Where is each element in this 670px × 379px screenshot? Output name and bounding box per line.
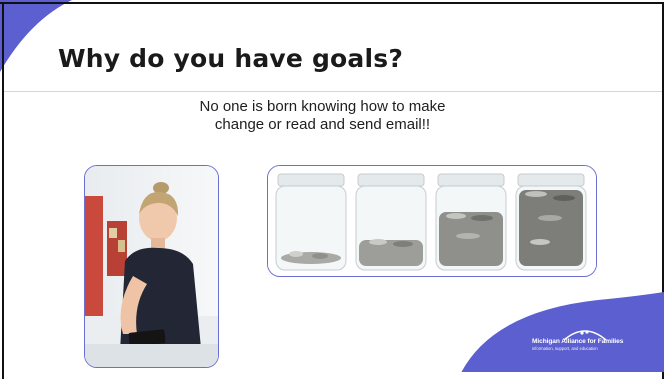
title-divider bbox=[4, 91, 662, 92]
slide-subtitle: No one is born knowing how to make chang… bbox=[150, 98, 495, 134]
girl-using-smartphone-photo bbox=[84, 165, 219, 368]
slide: Why do you have goals? No one is born kn… bbox=[0, 0, 670, 379]
coin-jars-photo bbox=[267, 165, 597, 277]
slide-border-left bbox=[2, 2, 4, 379]
logo-name: Michigan Alliance for Families bbox=[532, 338, 624, 345]
logo-tagline: information, support, and education bbox=[532, 346, 598, 351]
subtitle-line-1: No one is born knowing how to make bbox=[199, 98, 446, 115]
slide-border-top bbox=[0, 2, 664, 4]
slide-title: Why do you have goals? bbox=[58, 44, 404, 73]
organization-logo: Michigan Alliance for Families informati… bbox=[532, 338, 652, 351]
subtitle-line-2: change or read and send email!! bbox=[214, 116, 431, 133]
